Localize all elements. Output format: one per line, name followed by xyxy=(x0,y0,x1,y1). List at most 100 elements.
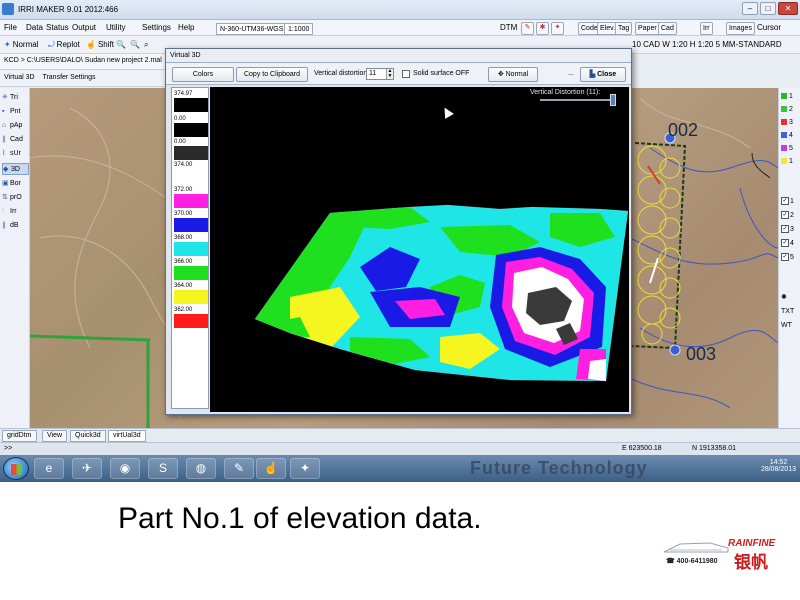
cad-button[interactable]: Cad xyxy=(658,22,677,35)
layer-check-4[interactable]: ✓ 4 xyxy=(781,238,799,249)
menu-transfer-settings[interactable]: Transfer Settings xyxy=(42,74,95,81)
layer-check-3[interactable]: ✓ 3 xyxy=(781,224,799,235)
arrow-icon: ✦ xyxy=(4,40,11,49)
menu-virtual-3d[interactable]: Virtual 3D xyxy=(4,74,35,81)
tool-pap[interactable]: ⌂ pAp xyxy=(2,120,29,132)
check-label: 4 xyxy=(790,240,794,247)
status-toggle[interactable]: >> xyxy=(4,445,12,452)
menu-file[interactable]: File xyxy=(4,23,17,32)
pdf-icon[interactable]: ✎ xyxy=(224,458,254,479)
tool-irr[interactable]: ⫶ Irr xyxy=(2,206,29,218)
start-button[interactable] xyxy=(3,457,29,480)
colors-button[interactable]: Colors xyxy=(172,67,234,82)
earth-icon[interactable]: ◍ xyxy=(186,458,216,479)
app-icon[interactable]: ✈ xyxy=(72,458,102,479)
menu-cursor[interactable]: Cursor xyxy=(757,23,781,32)
menu-utility[interactable]: Utility xyxy=(106,23,126,32)
skype-icon[interactable]: S xyxy=(148,458,178,479)
layer-check-5[interactable]: ✓ 5 xyxy=(781,252,799,263)
tool-db[interactable]: ∥ dB xyxy=(2,220,29,232)
normal-button[interactable]: ✥ Normal xyxy=(488,67,538,82)
tab-quick3d[interactable]: Quick3d xyxy=(70,430,106,442)
layer-swatch-4[interactable]: 4 xyxy=(781,130,799,141)
check-label: 1 xyxy=(790,198,794,205)
layer-swatch-2[interactable]: 2 xyxy=(781,104,799,115)
legend-item[interactable]: 374.00 xyxy=(174,161,208,183)
vertical-distortion-spinner[interactable]: 11 ▲ ▼ xyxy=(366,68,394,80)
layer-check-2[interactable]: ✓ 2 xyxy=(781,210,799,221)
tool-pro[interactable]: ⇅ prO xyxy=(2,192,29,204)
irri-icon[interactable]: ✦ xyxy=(290,458,320,479)
legend-value: 364.00 xyxy=(174,283,193,289)
legend-value: 374.00 xyxy=(174,162,193,168)
system-clock[interactable]: 14:52 28/08/2013 xyxy=(761,459,796,473)
zoom-out-icon[interactable]: 🔍 xyxy=(130,40,140,49)
chrome-icon[interactable]: ◉ xyxy=(110,458,140,479)
close-button[interactable]: ▙ Close xyxy=(580,67,626,82)
tool-tri[interactable]: ✳ Tri xyxy=(2,92,29,104)
layer-check-1[interactable]: ✓ 1 xyxy=(781,196,799,207)
layer-swatch-3[interactable]: 3 xyxy=(781,117,799,128)
checkbox-icon: ✓ xyxy=(781,239,789,248)
copy-to-clipboard-button[interactable]: Copy to Clipboard xyxy=(236,67,308,82)
legend-item[interactable]: 368.00 xyxy=(174,234,208,256)
menu-settings[interactable]: Settings xyxy=(142,23,171,32)
replot-tool[interactable]: ⤾ Replot xyxy=(48,40,80,50)
tool-cad[interactable]: ∥ Cad xyxy=(2,134,29,146)
menu-data[interactable]: Data xyxy=(26,23,43,32)
bulb-icon[interactable]: ✺ xyxy=(781,292,799,303)
tool-a-icon[interactable]: ✱ xyxy=(536,22,549,35)
pen-icon[interactable]: ✎ xyxy=(521,22,534,35)
brand-phone: ☎ 400-6411980 xyxy=(666,558,718,565)
layer-swatch-5[interactable]: 5 xyxy=(781,143,799,154)
menu-help[interactable]: Help xyxy=(178,23,194,32)
solid-surface-checkbox[interactable] xyxy=(402,70,410,78)
legend-item[interactable]: 0.00 xyxy=(174,138,208,160)
tool-sur[interactable]: ⌇ sUr xyxy=(2,148,29,160)
projection-field[interactable]: N-360-UTM36-WGS xyxy=(216,23,288,35)
distortion-slider-thumb[interactable] xyxy=(610,94,616,106)
normal-tool[interactable]: ✦ Normal xyxy=(4,40,38,49)
tab-view[interactable]: View xyxy=(42,430,68,442)
legend-item[interactable]: 364.00 xyxy=(174,282,208,304)
irr-button[interactable]: Irr xyxy=(700,22,713,35)
layer-swatch-6[interactable]: 1 xyxy=(781,156,799,167)
virtual-3d-canvas[interactable]: Vertical Distortion (11): xyxy=(210,87,629,412)
tool-b-icon[interactable]: ✦ xyxy=(551,22,564,35)
menu-output[interactable]: Output xyxy=(72,23,96,32)
tool-3d[interactable]: ◆ 3D xyxy=(2,163,29,175)
legend-item[interactable]: 362.00 xyxy=(174,306,208,328)
close-window-button[interactable]: ✕ xyxy=(778,2,798,15)
minimize-button[interactable]: – xyxy=(742,2,758,15)
paper-button[interactable]: Paper xyxy=(635,22,660,35)
spinner-arrows-icon[interactable]: ▲ ▼ xyxy=(386,69,393,79)
hand-icon[interactable]: ☝ xyxy=(256,458,286,479)
maximize-button[interactable]: □ xyxy=(760,2,776,15)
cad-icon: ∥ xyxy=(2,136,6,143)
legend-item[interactable]: 0.00 xyxy=(174,115,208,137)
menu-status[interactable]: Status xyxy=(46,23,69,32)
layer-swatch-1[interactable]: 1 xyxy=(781,91,799,102)
zoom-window-icon[interactable]: ⌕ xyxy=(144,40,148,50)
txt-button[interactable]: TXT xyxy=(781,306,799,317)
tag-button[interactable]: Tag xyxy=(615,22,633,35)
legend-item[interactable]: 370.00 xyxy=(174,210,208,232)
menu-dtm[interactable]: DTM xyxy=(500,23,517,32)
tool-bor[interactable]: ▣Bor xyxy=(2,178,29,190)
ie-icon[interactable]: e xyxy=(34,458,64,479)
ellipsis-menu[interactable]: ... xyxy=(568,70,574,77)
images-button[interactable]: Images xyxy=(726,22,755,35)
wt-button[interactable]: WT xyxy=(781,320,799,331)
zoom-in-icon[interactable]: 🔍 xyxy=(116,40,126,49)
scale-field[interactable]: 1:1000 xyxy=(284,23,314,35)
shift-tool[interactable]: ☝ Shift xyxy=(86,40,114,49)
menu-bar: File Data Status Output Utility Settings… xyxy=(0,20,800,36)
legend-item[interactable]: 374.97 xyxy=(174,90,208,112)
tool-pnt[interactable]: ▪ Pnt xyxy=(2,106,29,118)
legend-swatch xyxy=(174,266,208,280)
legend-item[interactable]: 366.00 xyxy=(174,258,208,280)
legend-item[interactable]: 372.00 xyxy=(174,186,208,208)
tab-griddtm[interactable]: gridDtm xyxy=(2,430,37,442)
distortion-slider-track[interactable] xyxy=(540,99,616,101)
tab-virtual3d[interactable]: virtUal3d xyxy=(108,430,146,442)
